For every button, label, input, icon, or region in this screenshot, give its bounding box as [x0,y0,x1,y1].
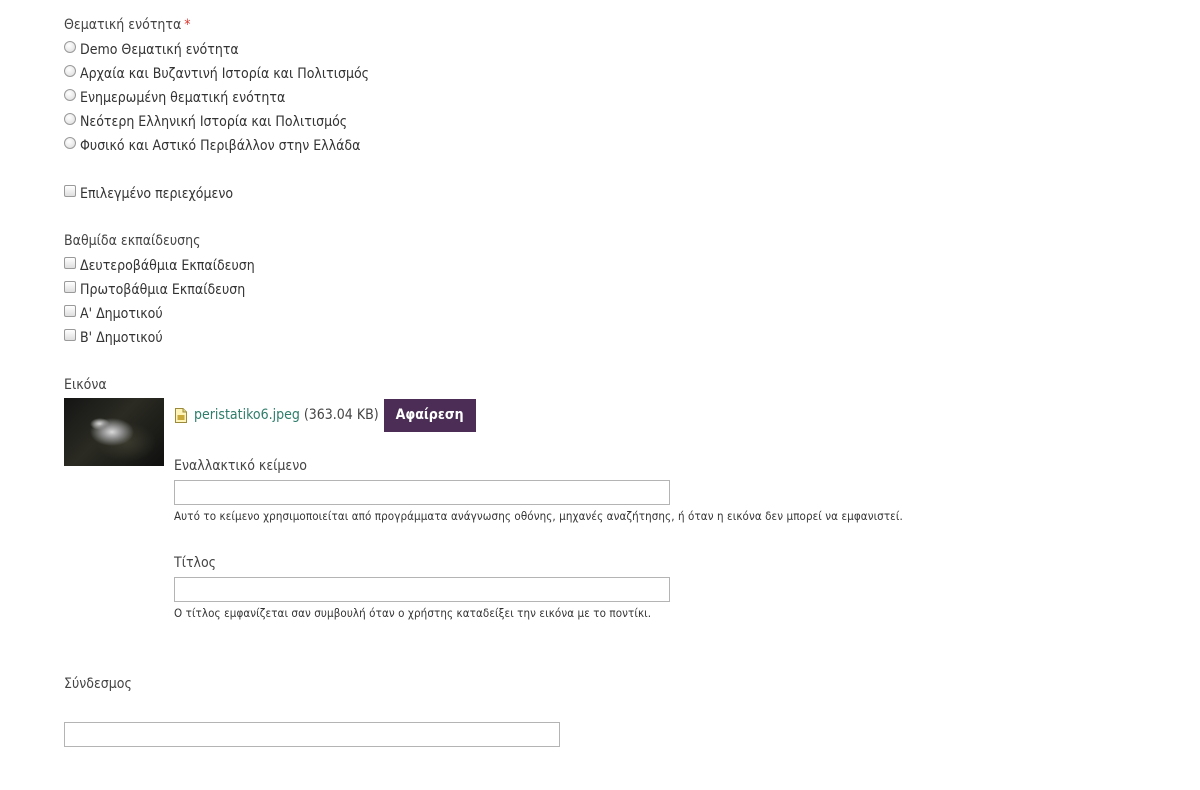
alt-text-label: Εναλλακτικό κείμενο [174,458,307,474]
thematic-option-label[interactable]: Νεότερη Ελληνική Ιστορία και Πολιτισμός [80,112,347,132]
education-option-label[interactable]: Β' Δημοτικού [80,328,163,348]
image-label: Εικόνα [64,377,107,393]
education-option[interactable]: Α' Δημοτικού [64,304,163,324]
radio-button[interactable] [64,113,76,125]
image-file-icon [175,407,187,423]
alt-text-input[interactable] [174,480,670,505]
thematic-option[interactable]: Νεότερη Ελληνική Ιστορία και Πολιτισμός [64,112,347,132]
checkbox[interactable] [64,305,76,317]
link-input[interactable] [64,722,560,747]
radio-button[interactable] [64,137,76,149]
thematic-option[interactable]: Demo Θεματική ενότητα [64,40,239,60]
title-label: Τίτλος [174,555,217,571]
education-label: Βαθμίδα εκπαίδευσης [64,233,201,249]
thematic-option[interactable]: Ενημερωμένη θεματική ενότητα [64,88,285,108]
thematic-option-label[interactable]: Αρχαία και Βυζαντινή Ιστορία και Πολιτισ… [80,64,369,84]
thematic-label: Θεματική ενότητα * [64,17,191,33]
link-label: Σύνδεσμος [64,676,132,692]
alt-text-description: Αυτό το κείμενο χρησιμοποιείται από προγ… [174,509,903,523]
education-option[interactable]: Δευτεροβάθμια Εκπαίδευση [64,256,255,276]
thematic-option[interactable]: Αρχαία και Βυζαντινή Ιστορία και Πολιτισ… [64,64,369,84]
radio-button[interactable] [64,89,76,101]
image-thumbnail [64,398,164,466]
featured-checkbox-row[interactable]: Επιλεγμένο περιεχόμενο [64,184,233,204]
featured-checkbox[interactable] [64,185,76,197]
file-size: (363.04 KB) [303,407,379,423]
checkbox[interactable] [64,257,76,269]
radio-button[interactable] [64,41,76,53]
checkbox[interactable] [64,329,76,341]
education-option-label[interactable]: Δευτεροβάθμια Εκπαίδευση [80,256,255,276]
education-option-label[interactable]: Πρωτοβάθμια Εκπαίδευση [80,280,245,300]
title-description: Ο τίτλος εμφανίζεται σαν συμβουλή όταν ο… [174,606,652,620]
education-option[interactable]: Πρωτοβάθμια Εκπαίδευση [64,280,245,300]
thematic-option-label[interactable]: Demo Θεματική ενότητα [80,40,239,60]
education-option[interactable]: Β' Δημοτικού [64,328,163,348]
remove-button[interactable]: Αφαίρεση [383,398,476,432]
file-info: peristatiko6.jpeg (363.04 KB) Αφαίρεση [175,398,476,432]
radio-button[interactable] [64,65,76,77]
thematic-option-label[interactable]: Ενημερωμένη θεματική ενότητα [80,88,285,108]
featured-label[interactable]: Επιλεγμένο περιεχόμενο [80,184,233,204]
file-name-link[interactable]: peristatiko6.jpeg [194,407,300,423]
checkbox[interactable] [64,281,76,293]
thematic-option[interactable]: Φυσικό και Αστικό Περιβάλλον στην Ελλάδα [64,136,360,156]
thematic-label-text: Θεματική ενότητα [64,17,182,33]
title-input[interactable] [174,577,670,602]
education-option-label[interactable]: Α' Δημοτικού [80,304,163,324]
required-mark: * [184,17,191,33]
thematic-option-label[interactable]: Φυσικό και Αστικό Περιβάλλον στην Ελλάδα [80,136,360,156]
